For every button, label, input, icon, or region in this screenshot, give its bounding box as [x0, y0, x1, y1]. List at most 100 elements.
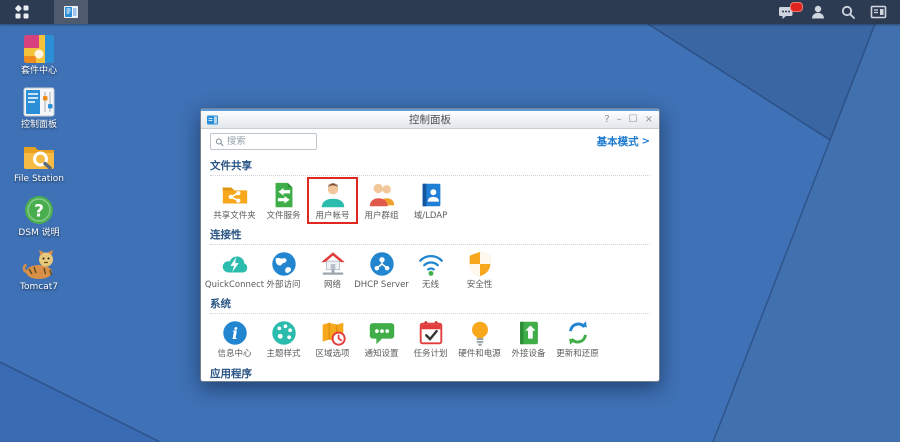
- svg-text:i: i: [231, 324, 237, 343]
- desktop-icon-tomcat7[interactable]: Tomcat7: [7, 246, 71, 293]
- cp-item-label: 区域选项: [315, 349, 349, 359]
- user-icon: [810, 4, 826, 20]
- file-station-icon: [21, 138, 57, 174]
- user-options-button[interactable]: [803, 0, 833, 24]
- cp-item-wireless[interactable]: 无线: [406, 247, 455, 292]
- quickconnect-icon: [220, 249, 250, 279]
- cp-item-regional-options[interactable]: 区域选项: [308, 316, 357, 361]
- taskbar-open-app-control-panel[interactable]: [54, 0, 88, 24]
- window-controls: ? – ☐ ×: [604, 115, 653, 125]
- close-button[interactable]: ×: [645, 115, 653, 125]
- cp-item-label: 共享文件夹: [213, 211, 256, 221]
- basic-mode-label: 基本模式: [597, 134, 639, 149]
- cp-item-domain-ldap[interactable]: 域/LDAP: [406, 178, 455, 223]
- notification-badge: [790, 2, 803, 12]
- cp-item-user-group[interactable]: 用户群组: [357, 178, 406, 223]
- cp-item-notification[interactable]: 通知设置: [357, 316, 406, 361]
- section-items-connectivity: QuickConnect 外部访问 网络: [210, 247, 650, 292]
- user-group-icon: [367, 180, 397, 210]
- cp-item-label: 文件服务: [266, 211, 300, 221]
- update-restore-icon: [563, 318, 593, 348]
- theme-palette-icon: [269, 318, 299, 348]
- control-panel-content: 文件共享 共享文件夹 文件服务: [201, 154, 659, 381]
- cp-item-label: 主题样式: [266, 349, 300, 359]
- cp-item-label: 域/LDAP: [414, 211, 447, 221]
- package-center-icon: [21, 30, 57, 66]
- notifications-button[interactable]: [771, 0, 803, 24]
- cp-item-label: 用户群组: [364, 211, 398, 221]
- cp-item-update-restore[interactable]: 更新和还原: [553, 316, 602, 361]
- control-panel-icon: [21, 84, 57, 120]
- cp-item-user-account[interactable]: 用户帐号: [308, 178, 357, 223]
- search-input[interactable]: [227, 136, 312, 147]
- svg-text:?: ?: [34, 201, 44, 221]
- dsm-help-icon: ?: [21, 192, 57, 228]
- cp-item-label: 信息中心: [217, 349, 251, 359]
- section-title-connectivity: 连接性: [210, 223, 650, 245]
- user-account-icon: [318, 180, 348, 210]
- cp-item-label: 外部访问: [266, 280, 300, 290]
- widgets-button[interactable]: [863, 0, 894, 24]
- cp-item-info-center[interactable]: i 信息中心: [210, 316, 259, 361]
- section-title-system: 系统: [210, 292, 650, 314]
- cp-item-label: 外接设备: [511, 349, 545, 359]
- cp-item-network[interactable]: 网络: [308, 247, 357, 292]
- help-button[interactable]: ?: [604, 115, 609, 125]
- main-menu-button[interactable]: [0, 0, 44, 24]
- cp-item-label: 无线: [422, 280, 439, 290]
- external-devices-icon: [514, 318, 544, 348]
- info-center-icon: i: [220, 318, 250, 348]
- cp-item-quickconnect[interactable]: QuickConnect: [210, 247, 259, 292]
- cp-item-label: QuickConnect: [205, 280, 264, 290]
- cp-item-label: 安全性: [467, 280, 493, 290]
- cp-item-theme[interactable]: 主题样式: [259, 316, 308, 361]
- section-title-file-sharing: 文件共享: [210, 154, 650, 176]
- task-scheduler-calendar-icon: [416, 318, 446, 348]
- external-access-globe-icon: [269, 249, 299, 279]
- desktop-icon-file-station[interactable]: File Station: [7, 138, 71, 185]
- cp-item-external-devices[interactable]: 外接设备: [504, 316, 553, 361]
- minimize-button[interactable]: –: [617, 115, 622, 125]
- file-services-icon: [269, 180, 299, 210]
- window-toolbar: 基本模式 >: [201, 129, 659, 154]
- window-title: 控制面板: [201, 112, 659, 127]
- section-title-applications: 应用程序: [210, 362, 650, 381]
- cp-item-file-services[interactable]: 文件服务: [259, 178, 308, 223]
- control-panel-window: 控制面板 ? – ☐ × 基本模式 > 文件共享: [200, 108, 660, 382]
- main-menu-icon: [13, 3, 31, 21]
- desktop-icon-label: DSM 说明: [18, 229, 59, 239]
- cp-item-task-scheduler[interactable]: 任务计划: [406, 316, 455, 361]
- cp-item-security[interactable]: 安全性: [455, 247, 504, 292]
- hardware-power-bulb-icon: [465, 318, 495, 348]
- domain-ldap-icon: [416, 180, 446, 210]
- window-titlebar[interactable]: 控制面板 ? – ☐ ×: [201, 109, 659, 129]
- cp-item-label: 用户帐号: [315, 211, 349, 221]
- cp-item-label: 硬件和电源: [458, 349, 501, 359]
- cp-item-dhcp-server[interactable]: DHCP Server: [357, 247, 406, 292]
- search-box[interactable]: [210, 133, 317, 150]
- desktop-icon-package-center[interactable]: 套件中心: [7, 30, 71, 77]
- desktop-icon-dsm-help[interactable]: ? DSM 说明: [7, 192, 71, 239]
- cp-item-external-access[interactable]: 外部访问: [259, 247, 308, 292]
- section-items-system: i 信息中心 主题样式 区域选: [210, 316, 650, 361]
- shared-folder-icon: [220, 180, 250, 210]
- search-icon: [840, 4, 856, 20]
- desktop-icon-control-panel[interactable]: 控制面板: [7, 84, 71, 131]
- cp-item-hardware-power[interactable]: 硬件和电源: [455, 316, 504, 361]
- search-button[interactable]: [833, 0, 863, 24]
- cp-item-label: 更新和还原: [556, 349, 599, 359]
- cp-item-label: 网络: [324, 280, 341, 290]
- cp-item-shared-folder[interactable]: 共享文件夹: [210, 178, 259, 223]
- control-panel-mini-icon: [63, 4, 79, 20]
- wireless-wifi-icon: [416, 249, 446, 279]
- cp-item-label: 任务计划: [413, 349, 447, 359]
- regional-options-icon: [318, 318, 348, 348]
- desktop-icon-label: 套件中心: [21, 67, 57, 77]
- cp-item-label: DHCP Server: [354, 280, 409, 290]
- dhcp-server-icon: [367, 249, 397, 279]
- notification-bubble-icon: [367, 318, 397, 348]
- maximize-button[interactable]: ☐: [629, 115, 638, 125]
- basic-mode-link[interactable]: 基本模式 >: [597, 134, 650, 149]
- chevron-right-icon: >: [642, 136, 650, 147]
- search-icon: [215, 137, 224, 147]
